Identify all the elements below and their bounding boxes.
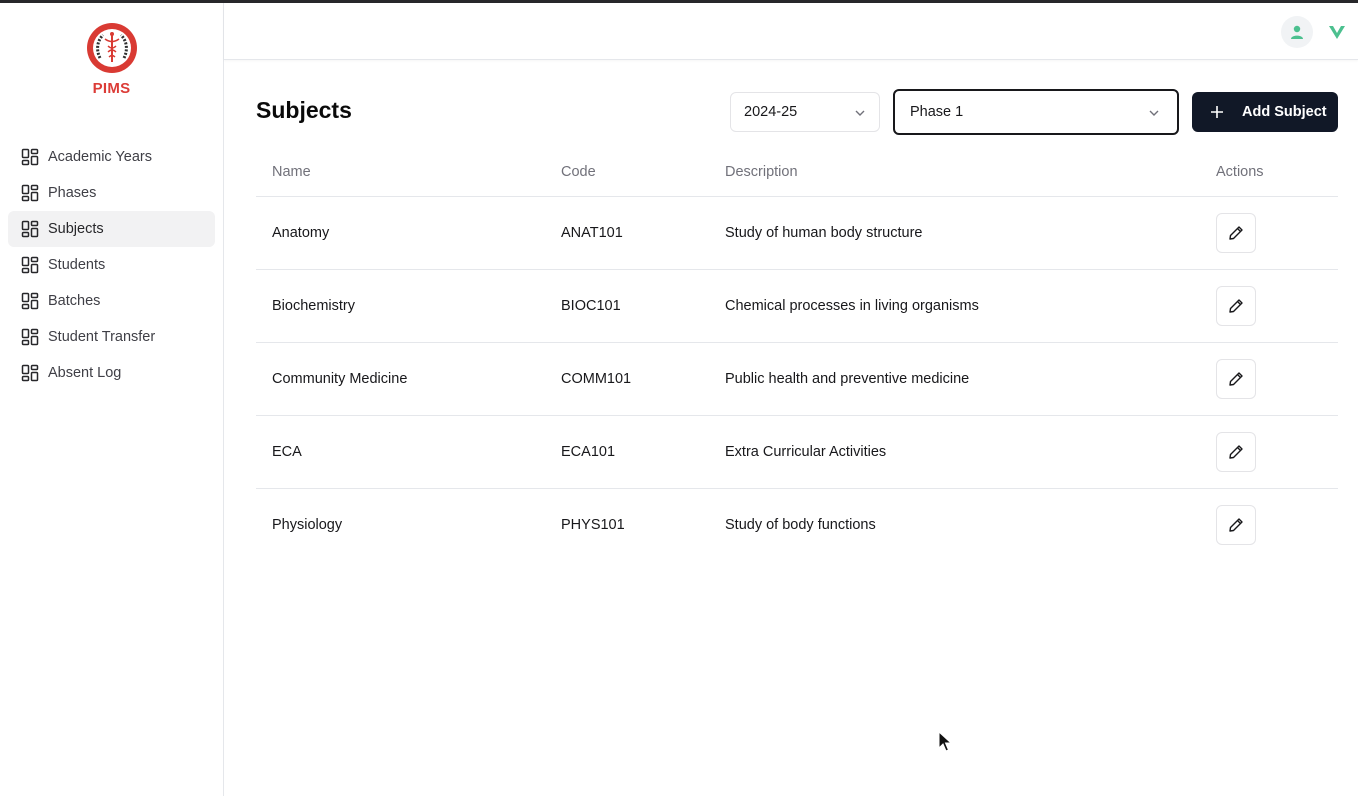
pencil-icon [1229, 518, 1243, 532]
subject-code: ECA101 [561, 444, 616, 460]
table-header: Name Code Description Actions [256, 148, 1338, 197]
dashboard-icon [21, 256, 39, 274]
column-header-actions: Actions [1216, 164, 1264, 180]
academic-year-value: 2024-25 [744, 104, 798, 120]
subject-name: Anatomy [272, 225, 330, 241]
column-header-name: Name [272, 164, 311, 180]
table-row: Anatomy ANAT101 Study of human body stru… [256, 197, 1338, 270]
subject-code: COMM101 [561, 371, 632, 387]
sidebar-item-subjects[interactable]: Subjects [8, 211, 215, 247]
subject-name: Community Medicine [272, 371, 408, 387]
dashboard-icon [21, 220, 39, 238]
sidebar-item-label: Phases [48, 184, 97, 201]
top-header [224, 3, 1358, 60]
v-logo-icon[interactable] [1327, 22, 1347, 42]
subject-description: Extra Curricular Activities [725, 444, 887, 460]
subject-code: PHYS101 [561, 517, 625, 533]
sidebar-item-label: Subjects [48, 220, 104, 237]
pencil-icon [1229, 372, 1243, 386]
sidebar-item-student-transfer[interactable]: Student Transfer [8, 319, 215, 355]
pencil-icon [1229, 445, 1243, 459]
table-row: Biochemistry BIOC101 Chemical processes … [256, 270, 1338, 343]
dashboard-icon [21, 184, 39, 202]
brand-name: PIMS [92, 80, 131, 97]
pencil-icon [1229, 226, 1243, 240]
user-avatar-button[interactable] [1281, 16, 1313, 48]
sidebar-item-absent-log[interactable]: Absent Log [8, 355, 215, 391]
edit-button[interactable] [1216, 432, 1256, 472]
add-subject-button[interactable]: Add Subject [1192, 92, 1338, 132]
subject-name: ECA [272, 444, 302, 460]
page-title: Subjects [256, 97, 352, 123]
user-icon [1291, 25, 1303, 39]
sidebar-item-phases[interactable]: Phases [8, 175, 215, 211]
subject-description: Chemical processes in living organisms [725, 298, 979, 314]
subject-name: Physiology [272, 517, 343, 533]
sidebar-nav: Academic Years Phases Subjects Students … [8, 139, 215, 391]
column-header-description: Description [725, 164, 798, 180]
brand-logo[interactable]: PIMS [0, 22, 223, 97]
table-row: Community Medicine COMM101 Public health… [256, 343, 1338, 416]
table-row: Physiology PHYS101 Study of body functio… [256, 489, 1338, 562]
subject-code: ANAT101 [561, 225, 623, 241]
sidebar-item-label: Student Transfer [48, 328, 156, 345]
sidebar-item-label: Batches [48, 292, 101, 309]
edit-button[interactable] [1216, 359, 1256, 399]
chevron-down-icon [855, 110, 865, 116]
caduceus-logo-icon [86, 23, 137, 73]
add-subject-label: Add Subject [1242, 104, 1327, 120]
subject-description: Study of body functions [725, 517, 876, 533]
edit-button[interactable] [1216, 286, 1256, 326]
mouse-cursor-icon [938, 731, 952, 752]
subject-description: Public health and preventive medicine [725, 371, 970, 387]
subject-code: BIOC101 [561, 298, 621, 314]
sidebar-item-label: Academic Years [48, 148, 152, 165]
sidebar-item-academic-years[interactable]: Academic Years [8, 139, 215, 175]
subject-description: Study of human body structure [725, 225, 923, 241]
sidebar-item-students[interactable]: Students [8, 247, 215, 283]
subject-name: Biochemistry [272, 298, 355, 314]
dashboard-icon [21, 148, 39, 166]
pencil-icon [1229, 299, 1243, 313]
academic-year-select[interactable]: 2024-25 [730, 92, 880, 132]
sidebar: PIMS Academic Years Phases Subjects Stud… [0, 3, 224, 796]
sidebar-item-batches[interactable]: Batches [8, 283, 215, 319]
sidebar-item-label: Absent Log [48, 364, 122, 381]
edit-button[interactable] [1216, 505, 1256, 545]
dashboard-icon [21, 364, 39, 382]
phase-select[interactable]: Phase 1 [893, 89, 1179, 135]
chevron-down-icon [1149, 110, 1159, 116]
column-header-code: Code [561, 164, 596, 180]
subjects-table: Name Code Description Actions Anatomy AN… [256, 148, 1338, 562]
plus-icon [1210, 105, 1224, 119]
dashboard-icon [21, 328, 39, 346]
table-row: ECA ECA101 Extra Curricular Activities [256, 416, 1338, 489]
dashboard-icon [21, 292, 39, 310]
edit-button[interactable] [1216, 213, 1256, 253]
sidebar-item-label: Students [48, 256, 106, 273]
phase-value: Phase 1 [910, 104, 964, 120]
